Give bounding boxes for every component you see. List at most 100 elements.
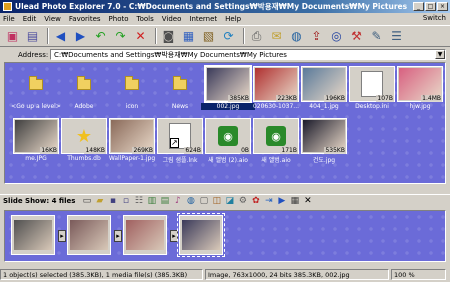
- tools-icon[interactable]: ⚒: [348, 28, 365, 45]
- export-icon[interactable]: ⇥: [263, 196, 274, 206]
- transition-arrow-icon[interactable]: ▸: [114, 230, 122, 242]
- minimize-button[interactable]: _: [413, 2, 424, 11]
- file-thumbnail[interactable]: 16KB me.JPG: [13, 118, 59, 162]
- close-icon[interactable]: ✕: [302, 196, 313, 206]
- file-size: 171B: [280, 147, 298, 154]
- file-name: 새 앨범.aio: [261, 157, 291, 164]
- slide-preview: [126, 220, 164, 250]
- effect-icon[interactable]: ◪: [224, 196, 235, 206]
- file-thumbnail[interactable]: <Go up a level>: [11, 66, 61, 110]
- delete-icon[interactable]: ✕: [132, 28, 149, 45]
- transition-arrow-icon[interactable]: ▸: [170, 230, 178, 242]
- status-zoom: 100 %: [391, 269, 446, 280]
- thumbnail-browser[interactable]: <Go up a level> Adobe icon News 385KB 002.jpg…: [4, 62, 446, 184]
- email-icon[interactable]: ✉: [268, 28, 285, 45]
- refresh-icon[interactable]: ⟳: [220, 28, 237, 45]
- address-input[interactable]: C:₩Documents and Settings₩박용재₩My Documen…: [50, 49, 446, 60]
- web-icon[interactable]: ◍: [288, 28, 305, 45]
- menu-view[interactable]: View: [44, 15, 61, 23]
- file-name: Adobe: [74, 103, 94, 110]
- menu-video[interactable]: Video: [162, 15, 182, 23]
- file-thumbnail[interactable]: 107B Desktop.ini: [349, 66, 395, 110]
- file-thumbnail[interactable]: 223KB 020630-1037...: [253, 66, 299, 110]
- stacked-images-icon[interactable]: ▣: [4, 28, 21, 45]
- file-thumbnail[interactable]: 385KB 002.jpg: [201, 65, 255, 110]
- slide-frame[interactable]: [123, 215, 167, 255]
- rotate-right-icon[interactable]: ↷: [112, 28, 129, 45]
- fullscreen-icon[interactable]: ▦: [180, 28, 197, 45]
- file-name: 002.jpg: [201, 103, 255, 110]
- thumbnail-image: [109, 66, 155, 102]
- file-thumbnail[interactable]: 196KB 404_1.jpg: [301, 66, 347, 110]
- file-thumbnail[interactable]: ◉ 0B 새 앨범 (2).aio: [205, 118, 251, 164]
- properties-icon[interactable]: ☰: [388, 28, 405, 45]
- add-image-icon[interactable]: ▥: [146, 196, 157, 206]
- back-arrow-icon[interactable]: ◀: [52, 28, 69, 45]
- file-size: 16KB: [40, 147, 58, 154]
- settings-icon[interactable]: ⚙: [237, 196, 248, 206]
- file-thumbnail[interactable]: 269KB WallPaper-1.jpg: [109, 118, 155, 162]
- music-icon[interactable]: ♪: [172, 196, 183, 206]
- play-icon[interactable]: ▶: [276, 196, 287, 206]
- edit-icon[interactable]: ✎: [368, 28, 385, 45]
- properties-icon[interactable]: ☷: [133, 196, 144, 206]
- slide-frame[interactable]: [177, 213, 225, 257]
- file-size: 223KB: [276, 95, 298, 102]
- film-icon[interactable]: ▦: [289, 196, 300, 206]
- file-thumbnail[interactable]: ◉ 171B 새 앨범.aio: [253, 118, 299, 164]
- slide-frame[interactable]: [67, 215, 111, 255]
- file-thumbnail[interactable]: 535KB 건도.jpg: [301, 118, 347, 164]
- thumbnail-image: [61, 66, 107, 102]
- menu-favorites[interactable]: Favorites: [69, 15, 101, 23]
- switch-button[interactable]: Switch: [423, 14, 446, 22]
- menu-photo[interactable]: Photo: [109, 15, 129, 23]
- window-title: Ulead Photo Explorer 7.0 - C:₩Documents …: [15, 2, 408, 11]
- forward-arrow-icon[interactable]: ▶: [72, 28, 89, 45]
- thumbnail-image: [13, 66, 59, 102]
- gift-icon[interactable]: ✿: [250, 196, 261, 206]
- menu-help[interactable]: Help: [225, 15, 241, 23]
- upload-icon[interactable]: ⇪: [308, 28, 325, 45]
- address-label: Address:: [18, 50, 49, 59]
- file-name: 건도.jpg: [312, 157, 336, 164]
- file-size: 269KB: [132, 147, 154, 154]
- spiral-icon[interactable]: ◎: [328, 28, 345, 45]
- file-thumbnail[interactable]: Adobe: [61, 66, 107, 110]
- save-as-icon[interactable]: ▫: [120, 196, 131, 206]
- folder-icon: [77, 75, 91, 90]
- close-button[interactable]: ×: [437, 2, 448, 11]
- file-thumbnail[interactable]: icon: [109, 66, 155, 110]
- file-thumbnail[interactable]: 624B 그림 샘플.lnk: [157, 118, 203, 164]
- menu-tools[interactable]: Tools: [137, 15, 154, 23]
- title-bar: Ulead Photo Explorer 7.0 - C:₩Documents …: [0, 0, 450, 13]
- slide-frame[interactable]: [11, 215, 55, 255]
- save-icon[interactable]: ▪: [107, 196, 118, 206]
- file-thumbnail[interactable]: ★ 148KB Thumbs.db: [61, 118, 107, 162]
- menu-file[interactable]: File: [3, 15, 15, 23]
- insert-icon[interactable]: ▤: [159, 196, 170, 206]
- toolbar-separator: [243, 28, 245, 44]
- menu-edit[interactable]: Edit: [23, 15, 37, 23]
- file-name: hjw.jpg: [409, 103, 431, 110]
- file-thumbnail[interactable]: News: [157, 66, 203, 110]
- new-slideshow-icon[interactable]: ▭: [81, 196, 92, 206]
- film-icon[interactable]: ▤: [24, 28, 41, 45]
- open-folder-icon[interactable]: ▰: [94, 196, 105, 206]
- file-size: 107B: [376, 95, 394, 102]
- document-icon: [361, 71, 383, 97]
- chevron-down-icon[interactable]: ▼: [435, 50, 445, 59]
- frame-icon[interactable]: ▢: [198, 196, 209, 206]
- camera-icon[interactable]: ◙: [160, 28, 177, 45]
- file-thumbnail[interactable]: 1.4MB hjw.jpg: [397, 66, 443, 110]
- slideshow-strip[interactable]: ▸ ▸ ▸: [4, 210, 446, 262]
- rotate-left-icon[interactable]: ↶: [92, 28, 109, 45]
- menu-internet[interactable]: Internet: [189, 15, 217, 23]
- globe-icon[interactable]: ◍: [185, 196, 196, 206]
- transition-arrow-icon[interactable]: ▸: [58, 230, 66, 242]
- print-icon[interactable]: ⎙: [248, 28, 265, 45]
- maximize-button[interactable]: □: [425, 2, 436, 11]
- file-size: 148KB: [84, 147, 106, 154]
- slideshow-icon[interactable]: ▧: [200, 28, 217, 45]
- transition-icon[interactable]: ◫: [211, 196, 222, 206]
- status-selection: 1 object(s) selected (385.3KB), 1 media …: [0, 269, 203, 280]
